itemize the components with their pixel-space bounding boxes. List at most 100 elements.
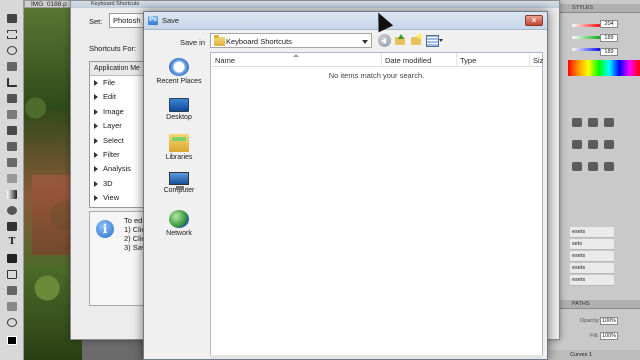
menu-item-edit[interactable]: Edit (90, 90, 144, 104)
expand-arrow-icon[interactable] (94, 151, 98, 158)
column-date-modified[interactable]: Date modified (385, 56, 431, 65)
brightness-adjustment-icon[interactable] (572, 118, 582, 127)
blue-value[interactable]: 189 (600, 48, 618, 56)
menu-item-image[interactable]: Image (90, 105, 144, 119)
expand-arrow-icon[interactable] (94, 137, 98, 144)
preset-item[interactable]: sets (570, 239, 614, 250)
tools-panel: T (0, 0, 24, 360)
save-in-value: Keyboard Shortcuts (226, 37, 292, 46)
expand-arrow-icon[interactable] (94, 180, 98, 187)
styles-panel-header[interactable]: STYLES (548, 4, 640, 13)
green-slider[interactable] (572, 36, 602, 39)
expand-arrow-icon[interactable] (94, 123, 98, 130)
fill-value[interactable]: 100% (600, 332, 618, 340)
menu-item-label: Filter (103, 149, 120, 159)
menu-item-file[interactable]: File (90, 76, 144, 90)
column-size[interactable]: Siz (533, 56, 543, 65)
move-tool-icon[interactable] (6, 14, 18, 24)
expand-arrow-icon[interactable] (94, 80, 98, 87)
expand-arrow-icon[interactable] (94, 108, 98, 115)
place-recent-places[interactable]: Recent Places (150, 58, 208, 85)
history-brush-tool-icon[interactable] (6, 158, 18, 168)
blue-slider[interactable] (572, 48, 602, 51)
expand-arrow-icon[interactable] (94, 195, 98, 202)
place-libraries[interactable]: Libraries (150, 134, 208, 161)
empty-message: No items match your search. (328, 71, 425, 80)
curves-adjustment-icon[interactable] (604, 118, 614, 127)
marquee-tool-icon[interactable] (6, 30, 18, 40)
dodge-tool-icon[interactable] (6, 206, 18, 216)
eraser-tool-icon[interactable] (6, 174, 18, 184)
menu-item-label: 3D (103, 178, 113, 188)
menu-item-3d[interactable]: 3D (90, 177, 144, 191)
quick-select-tool-icon[interactable] (6, 62, 18, 72)
opacity-value[interactable]: 100% (600, 317, 618, 325)
application-menu-column-header[interactable]: Application Me (90, 62, 144, 76)
green-value[interactable]: 189 (600, 34, 618, 42)
menu-item-layer[interactable]: Layer (90, 119, 144, 133)
color-balance-adjustment-icon[interactable] (572, 162, 582, 171)
healing-brush-tool-icon[interactable] (6, 110, 18, 120)
levels-adjustment-icon[interactable] (588, 118, 598, 127)
place-desktop[interactable]: Desktop (150, 96, 208, 121)
preset-item[interactable]: esets (570, 275, 614, 286)
preset-item[interactable]: esets (570, 251, 614, 262)
pen-tool-icon[interactable] (6, 222, 18, 232)
gradient-tool-icon[interactable] (6, 190, 18, 200)
close-button[interactable]: × (525, 15, 543, 26)
column-divider[interactable] (456, 53, 457, 67)
lasso-tool-icon[interactable] (6, 46, 18, 56)
menu-item-select[interactable]: Select (90, 134, 144, 148)
shape-tool-icon[interactable] (6, 270, 18, 280)
place-label: Desktop (166, 114, 192, 121)
black-white-adjustment-icon[interactable] (588, 162, 598, 171)
color-spectrum[interactable] (568, 60, 640, 76)
up-one-level-button[interactable] (394, 34, 407, 47)
set-label: Set: (89, 17, 103, 26)
crop-tool-icon[interactable] (6, 78, 18, 88)
hue-saturation-adjustment-icon[interactable] (604, 140, 614, 149)
preset-item[interactable]: esets (570, 227, 614, 238)
place-network[interactable]: Network (150, 210, 208, 237)
view-menu-button[interactable] (426, 34, 444, 47)
file-list[interactable]: Name Date modified Type Siz No items mat… (210, 52, 543, 357)
layer-name[interactable]: Curves 1 (548, 350, 640, 360)
save-in-dropdown[interactable]: Keyboard Shortcuts (210, 33, 372, 48)
photoshop-app-icon: Ps (148, 16, 158, 25)
red-value[interactable]: 204 (600, 20, 618, 28)
foreground-color-swatch[interactable] (6, 336, 18, 346)
menu-item-view[interactable]: View (90, 191, 144, 205)
type-tool-icon[interactable]: T (6, 238, 18, 248)
hand-tool-icon[interactable] (6, 302, 18, 312)
eyedropper-tool-icon[interactable] (6, 94, 18, 104)
column-type[interactable]: Type (460, 56, 476, 65)
back-button[interactable] (378, 34, 391, 47)
path-selection-tool-icon[interactable] (6, 254, 18, 264)
zoom-tool-icon[interactable] (6, 318, 18, 328)
save-dialog-titlebar[interactable]: Ps Save × (144, 12, 547, 30)
expand-arrow-icon[interactable] (94, 166, 98, 173)
folder-icon (214, 35, 225, 46)
vibrance-adjustment-icon[interactable] (588, 140, 598, 149)
opacity-label: Opacity: (580, 318, 601, 324)
column-name[interactable]: Name (215, 56, 235, 65)
red-slider[interactable] (572, 24, 602, 27)
menu-item-label: View (103, 193, 120, 203)
place-computer[interactable]: Computer (150, 172, 208, 194)
menu-item-analysis[interactable]: Analysis (90, 162, 144, 176)
horizontal-scrollbar[interactable] (210, 355, 543, 359)
preset-item[interactable]: esets (570, 263, 614, 274)
new-folder-button[interactable] (410, 34, 423, 47)
exposure-adjustment-icon[interactable] (572, 140, 582, 149)
expand-arrow-icon[interactable] (94, 94, 98, 101)
paths-panel-header[interactable]: PATHS (548, 300, 640, 309)
shortcuts-for-label: Shortcuts For: (89, 44, 137, 53)
keyboard-shortcuts-title: Keyboard Shortcuts (71, 1, 559, 8)
menu-item-filter[interactable]: Filter (90, 148, 144, 162)
column-divider[interactable] (381, 53, 382, 67)
brush-tool-icon[interactable] (6, 126, 18, 136)
photo-filter-adjustment-icon[interactable] (604, 162, 614, 171)
clone-stamp-tool-icon[interactable] (6, 142, 18, 152)
column-divider[interactable] (529, 53, 530, 67)
3d-rotate-tool-icon[interactable] (6, 286, 18, 296)
